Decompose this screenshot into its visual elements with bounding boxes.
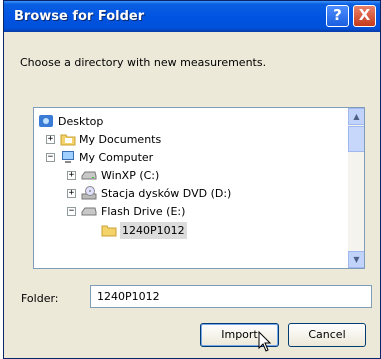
dvd-drive-icon	[81, 186, 97, 200]
tree-item-label: Flash Drive (E:)	[101, 205, 186, 218]
tree-item-label: Desktop	[58, 115, 104, 128]
scroll-thumb[interactable]	[348, 126, 364, 152]
tree-item-my-documents[interactable]: + My Documents	[34, 131, 344, 148]
title-bar[interactable]: Browse for Folder ? X	[4, 1, 380, 32]
close-button[interactable]: X	[353, 5, 376, 27]
tree-item-flash-drive-e[interactable]: − Flash Drive (E:)	[34, 203, 344, 220]
expand-icon[interactable]: +	[67, 171, 76, 180]
collapse-icon[interactable]: −	[46, 153, 55, 162]
folder-tree[interactable]: Desktop + My Documents − My Computer + W…	[33, 107, 365, 269]
expand-icon[interactable]: +	[46, 135, 55, 144]
folder-input[interactable]: 1240P1012	[90, 285, 372, 308]
dialog-title: Browse for Folder	[14, 9, 145, 24]
tree-item-label: My Documents	[79, 133, 162, 146]
tree-item-label: Stacja dysków DVD (D:)	[101, 187, 232, 200]
hard-drive-icon	[81, 171, 97, 180]
tree-item-label: 1240P1012	[120, 222, 187, 239]
folder-icon	[101, 225, 117, 237]
tree-scrollbar[interactable]: ▲ ▼	[348, 108, 364, 268]
desktop-icon	[39, 115, 53, 127]
collapse-icon[interactable]: −	[67, 207, 76, 216]
tree-item-dvd-d[interactable]: + Stacja dysków DVD (D:)	[34, 185, 344, 202]
browse-for-folder-dialog: Browse for Folder ? X Choose a directory…	[3, 0, 381, 359]
flash-drive-icon	[81, 207, 97, 216]
help-button[interactable]: ?	[326, 5, 349, 27]
scroll-up-button[interactable]: ▲	[348, 108, 364, 125]
computer-icon	[62, 151, 74, 163]
documents-folder-icon	[60, 134, 76, 146]
scroll-down-button[interactable]: ▼	[348, 251, 364, 268]
tree-item-my-computer[interactable]: − My Computer	[34, 149, 344, 166]
tree-item-1240p1012[interactable]: 1240P1012	[34, 222, 344, 239]
instruction-text: Choose a directory with new measurements…	[20, 56, 267, 69]
folder-label: Folder:	[21, 292, 59, 305]
expand-icon[interactable]: +	[67, 189, 76, 198]
mouse-cursor-icon	[258, 331, 272, 352]
tree-item-winxp-c[interactable]: + WinXP (C:)	[34, 167, 344, 184]
tree-item-desktop[interactable]: Desktop	[34, 113, 344, 130]
tree-item-label: WinXP (C:)	[101, 169, 160, 182]
cancel-button[interactable]: Cancel	[288, 323, 366, 347]
tree-item-label: My Computer	[79, 151, 154, 164]
